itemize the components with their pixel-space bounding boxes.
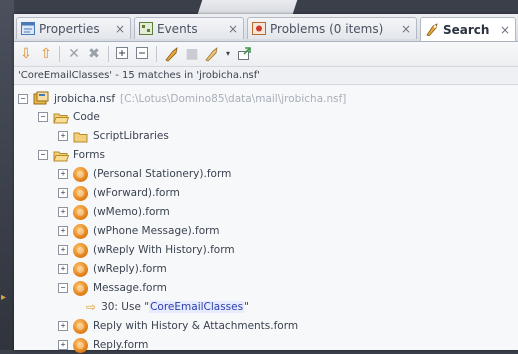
search-result-summary: 'CoreEmailClasses' - 15 matches in 'jrob… bbox=[14, 67, 518, 85]
folder-label: ScriptLibraries bbox=[93, 130, 169, 142]
search-icon bbox=[425, 23, 439, 37]
search-history-icon[interactable] bbox=[204, 46, 220, 62]
pin-search-view-icon[interactable] bbox=[236, 46, 252, 62]
folder-label: Forms bbox=[73, 149, 105, 161]
tab-problems[interactable]: Problems (0 items) × bbox=[247, 17, 417, 39]
expander-icon[interactable]: − bbox=[38, 112, 48, 122]
tree-node-code-folder[interactable]: − Code bbox=[38, 108, 100, 126]
folder-open-icon bbox=[53, 112, 70, 123]
form-icon bbox=[73, 166, 88, 182]
search-match-line[interactable]: ⇨ 30: Use "CoreEmailClasses" bbox=[86, 298, 249, 316]
database-path: [C:\Lotus\Domino85\data\mail\jrobicha.ns… bbox=[120, 93, 347, 105]
form-label: Reply with History & Attachments.form bbox=[93, 320, 299, 332]
screen-glare bbox=[197, 0, 298, 14]
tab-properties[interactable]: Properties × bbox=[16, 17, 131, 39]
problems-icon bbox=[252, 22, 266, 35]
form-icon bbox=[73, 337, 88, 353]
search-view-panel: Properties × Events × Problems (0 items)… bbox=[14, 14, 518, 353]
form-icon bbox=[73, 204, 88, 220]
tree-node-form[interactable]: + (wForward).form bbox=[58, 184, 180, 202]
tree-node-database[interactable]: − jrobicha.nsf [C:\Lotus\Domino85\data\m… bbox=[18, 90, 346, 108]
tab-events[interactable]: Events × bbox=[134, 17, 244, 39]
match-prefix: 30: Use " bbox=[101, 301, 150, 313]
expander-icon[interactable]: + bbox=[58, 226, 68, 236]
expander-icon[interactable]: + bbox=[58, 340, 68, 350]
remove-match-icon[interactable]: ✕ bbox=[66, 46, 82, 62]
form-label: (wReply With History).form bbox=[93, 244, 235, 256]
tree-node-form[interactable]: + (wReply With History).form bbox=[58, 241, 235, 259]
expander-icon[interactable]: + bbox=[58, 169, 68, 179]
expand-all-icon[interactable] bbox=[114, 46, 130, 62]
search-toolbar: ⇩ ⇧ ✕ ✖ ■ ▾ bbox=[14, 42, 518, 67]
match-suffix: " bbox=[244, 301, 249, 313]
form-icon bbox=[73, 280, 88, 296]
tab-label: Problems (0 items) bbox=[270, 21, 384, 36]
tab-label: Properties bbox=[39, 21, 100, 36]
close-icon[interactable]: × bbox=[228, 22, 243, 36]
form-label: (wPhone Message).form bbox=[93, 225, 220, 237]
toolbar-separator bbox=[59, 46, 60, 62]
tree-node-scriptlibraries-folder[interactable]: + ScriptLibraries bbox=[58, 127, 169, 145]
expander-icon[interactable]: + bbox=[58, 245, 68, 255]
collapse-all-icon[interactable] bbox=[134, 46, 150, 62]
previous-match-arrow-icon[interactable]: ⇧ bbox=[38, 46, 54, 62]
expander-icon[interactable]: + bbox=[58, 188, 68, 198]
tab-label: Search bbox=[443, 22, 490, 37]
form-icon bbox=[73, 223, 88, 239]
tree-node-form[interactable]: + (Personal Stationery).form bbox=[58, 165, 231, 183]
tree-node-form[interactable]: + (wMemo).form bbox=[58, 203, 170, 221]
expander-icon[interactable]: − bbox=[18, 94, 28, 104]
cancel-search-icon[interactable]: ■ bbox=[184, 46, 200, 62]
tree-node-form[interactable]: + (wPhone Message).form bbox=[58, 222, 219, 240]
next-match-arrow-icon[interactable]: ⇩ bbox=[18, 46, 34, 62]
tree-node-form[interactable]: + Reply.form bbox=[58, 336, 148, 354]
search-results-tree: − jrobicha.nsf [C:\Lotus\Domino85\data\m… bbox=[14, 86, 518, 353]
tab-label: Events bbox=[157, 21, 198, 36]
close-icon[interactable]: × bbox=[500, 23, 515, 37]
database-icon bbox=[33, 91, 49, 108]
expander-icon[interactable]: − bbox=[38, 150, 48, 160]
form-label: (Personal Stationery).form bbox=[93, 168, 232, 180]
form-icon bbox=[73, 185, 88, 201]
search-again-icon[interactable] bbox=[164, 46, 180, 62]
match-highlight: CoreEmailClasses bbox=[149, 301, 245, 313]
tree-node-forms-folder[interactable]: − Forms bbox=[38, 146, 105, 164]
expander-icon[interactable]: + bbox=[58, 207, 68, 217]
form-icon bbox=[73, 261, 88, 277]
tree-node-form[interactable]: + (wReply).form bbox=[58, 260, 167, 278]
form-label: (wForward).form bbox=[93, 187, 180, 199]
tab-search[interactable]: Search × bbox=[420, 17, 516, 41]
properties-icon bbox=[21, 22, 35, 35]
folder-open-icon bbox=[53, 150, 70, 161]
folder-label: Code bbox=[73, 111, 100, 123]
events-icon bbox=[139, 22, 153, 35]
close-icon[interactable]: × bbox=[115, 22, 130, 36]
view-tab-bar: Properties × Events × Problems (0 items)… bbox=[14, 14, 518, 42]
form-label: (wReply).form bbox=[93, 263, 167, 275]
toolbar-separator bbox=[156, 46, 157, 62]
expander-icon[interactable]: + bbox=[58, 131, 68, 141]
close-icon[interactable]: × bbox=[401, 22, 416, 36]
expander-icon[interactable]: + bbox=[58, 264, 68, 274]
folder-icon bbox=[73, 131, 88, 142]
expander-icon[interactable]: + bbox=[58, 321, 68, 331]
expander-icon[interactable]: − bbox=[58, 283, 68, 293]
form-label: (wMemo).form bbox=[93, 206, 170, 218]
remove-all-matches-icon[interactable]: ✖ bbox=[86, 46, 102, 62]
toolbar-separator bbox=[108, 46, 109, 62]
form-icon bbox=[73, 242, 88, 258]
tree-node-form-expanded[interactable]: − Message.form bbox=[58, 279, 167, 297]
tree-node-form[interactable]: + Reply with History & Attachments.form bbox=[58, 317, 298, 335]
form-label: Reply.form bbox=[93, 339, 149, 351]
database-name: jrobicha.nsf bbox=[54, 93, 116, 105]
chevron-down-icon[interactable]: ▾ bbox=[220, 46, 236, 62]
form-icon bbox=[73, 318, 88, 334]
form-label: Message.form bbox=[93, 282, 167, 294]
match-arrow-icon: ⇨ bbox=[86, 300, 97, 314]
background-arrow-icon: ▸ bbox=[1, 292, 7, 303]
